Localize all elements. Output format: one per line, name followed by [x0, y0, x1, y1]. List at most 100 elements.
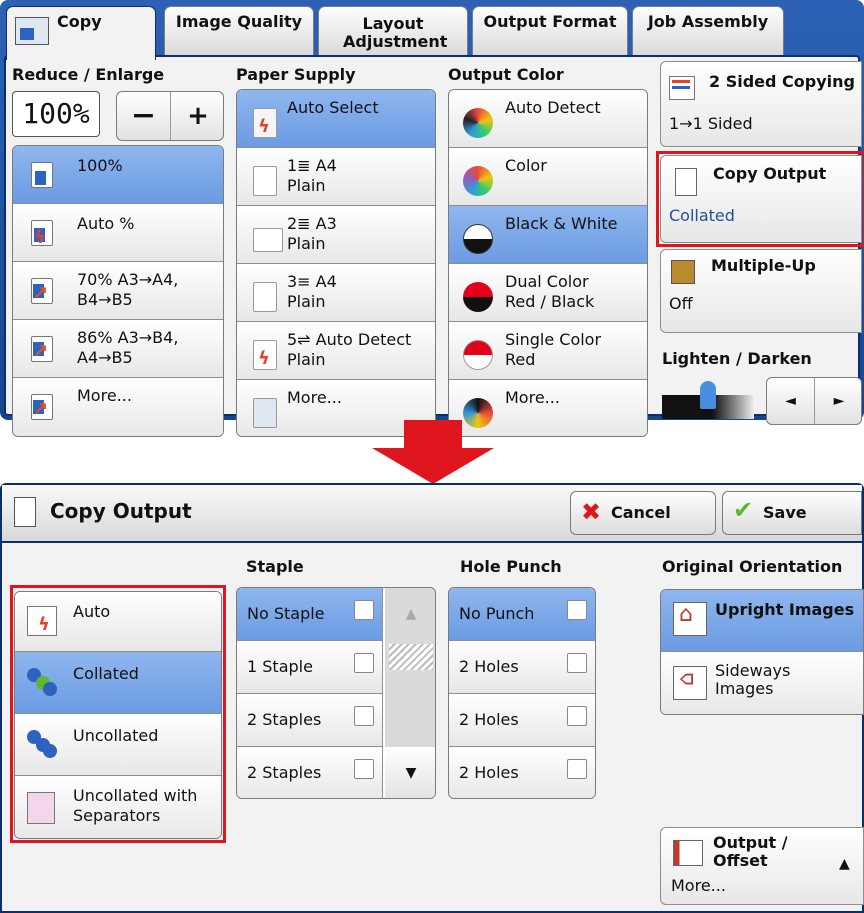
output-color-list: Auto Detect Color Black & White Dual Col…	[448, 89, 648, 437]
zoom-option-more[interactable]: More...	[13, 378, 223, 436]
hole-punch-label: Hole Punch	[460, 557, 562, 576]
multiple-up-title: Multiple-Up	[711, 256, 816, 275]
option-label: Black & White	[505, 214, 618, 233]
black-white-icon	[463, 224, 493, 254]
punch-option-none[interactable]: No Punch	[449, 588, 595, 641]
scroll-down-icon[interactable]: ▼	[385, 747, 435, 798]
color-option-color[interactable]: Color	[449, 148, 647, 206]
tab-copy[interactable]: Copy	[6, 6, 156, 60]
density-handle[interactable]	[700, 381, 716, 409]
output-offset-more: More...	[671, 876, 726, 895]
output-offset-button[interactable]: Output / Offset More... ▲	[660, 827, 864, 905]
auto-zoom-icon	[31, 220, 53, 246]
zoom-option-70[interactable]: 70% A3→A4, B4→B5	[13, 262, 223, 320]
single-color-icon	[463, 340, 493, 370]
tab-label: Job Assembly	[647, 12, 769, 31]
zoom-decrease-button[interactable]: −	[117, 92, 171, 140]
two-holes-top-icon	[567, 706, 587, 726]
no-staple-icon	[354, 600, 374, 620]
output-color-label: Output Color	[448, 65, 564, 84]
tab-job-assembly[interactable]: Job Assembly	[632, 6, 784, 57]
uncollated-icon	[27, 730, 57, 760]
darken-button[interactable]: ►	[815, 378, 861, 424]
tab-label: Copy	[57, 12, 102, 31]
two-sided-copying-button[interactable]: 2 Sided Copying 1→1 Sided	[660, 61, 862, 147]
collation-option-uncollated[interactable]: Uncollated	[15, 714, 221, 776]
staple-option-2-left[interactable]: 2 Staples	[237, 694, 383, 747]
tab-layout-adjustment[interactable]: Layout Adjustment	[318, 6, 468, 57]
paper-option-bypass[interactable]: ϟ 5⇌ Auto Detect Plain	[237, 322, 435, 380]
copy-output-dialog: Copy Output ✖ Cancel ✔ Save ϟ Auto Colla…	[0, 483, 864, 913]
option-label: 2≣ A3 Plain	[287, 214, 337, 253]
orientation-option-upright[interactable]: ⌂ Upright Images	[661, 590, 863, 652]
option-label: Auto Select	[287, 98, 379, 117]
expand-up-icon[interactable]: ▲	[839, 854, 850, 874]
reduce-enlarge-label: Reduce / Enlarge	[12, 65, 165, 84]
tab-image-quality[interactable]: Image Quality	[164, 6, 314, 57]
cancel-button[interactable]: ✖ Cancel	[570, 491, 716, 535]
punch-option-2-left[interactable]: 2 Holes	[449, 641, 595, 694]
scroll-up-icon[interactable]: ▲	[385, 588, 435, 641]
zoom-option-auto[interactable]: Auto %	[13, 204, 223, 262]
zoom-option-86[interactable]: 86% A3→B4, A4→B5	[13, 320, 223, 378]
orientation-option-sideways[interactable]: ⌂ Sideways Images	[661, 652, 863, 714]
color-option-dual[interactable]: Dual Color Red / Black	[449, 264, 647, 322]
zoom-stepper: − +	[116, 91, 224, 141]
staple-option-1[interactable]: 1 Staple	[237, 641, 383, 694]
density-stepper: ◄ ►	[766, 377, 862, 425]
orientation-option-list: ⌂ Upright Images ⌂ Sideways Images	[660, 589, 864, 715]
tab-output-format[interactable]: Output Format	[472, 6, 628, 57]
paper-landscape-icon	[253, 228, 283, 252]
option-label: Sideways Images	[715, 661, 791, 698]
separator-sheets-icon	[27, 792, 55, 824]
paper-portrait-icon	[253, 282, 277, 312]
color-option-single[interactable]: Single Color Red	[449, 322, 647, 380]
staple-scrollbar[interactable]: ▲ ▼	[385, 588, 435, 798]
option-label: No Punch	[459, 604, 535, 623]
transition-arrow-icon	[372, 420, 494, 484]
collation-option-collated[interactable]: Collated	[15, 652, 221, 714]
option-label: Uncollated with Separators	[73, 786, 198, 825]
copy-icon	[15, 17, 49, 45]
color-option-black-white[interactable]: Black & White	[449, 206, 647, 264]
multiple-up-button[interactable]: Multiple-Up Off	[660, 249, 862, 333]
tab-label: Image Quality	[175, 12, 303, 31]
density-slider[interactable]	[662, 381, 754, 421]
punch-option-2-right[interactable]: 2 Holes	[449, 747, 595, 798]
paper-bypass-icon: ϟ	[253, 340, 277, 370]
paper-option-tray-3[interactable]: 3≡ A4 Plain	[237, 264, 435, 322]
collation-option-auto[interactable]: ϟ Auto	[15, 592, 221, 652]
cancel-x-icon: ✖	[581, 498, 602, 526]
auto-collate-icon: ϟ	[27, 606, 57, 636]
copy-output-button[interactable]: Copy Output Collated	[660, 155, 862, 243]
two-staples-top-icon	[354, 759, 374, 779]
zoom-option-100[interactable]: 100%	[13, 146, 223, 204]
option-label: 86% A3→B4, A4→B5	[77, 328, 179, 367]
zoom-increase-button[interactable]: +	[171, 92, 223, 140]
paper-option-tray-1[interactable]: 1≣ A4 Plain	[237, 148, 435, 206]
copy-tab-content: Reduce / Enlarge Paper Supply Output Col…	[4, 55, 864, 437]
option-label: 100%	[77, 156, 123, 175]
collation-option-list: ϟ Auto Collated Uncollated Uncollated wi…	[14, 591, 222, 839]
scroll-thumb[interactable]	[389, 644, 433, 670]
paper-option-auto-select[interactable]: ϟ Auto Select	[237, 90, 435, 148]
color-option-auto-detect[interactable]: Auto Detect	[449, 90, 647, 148]
option-label: 2 Holes	[459, 657, 519, 676]
paper-option-tray-2[interactable]: 2≣ A3 Plain	[237, 206, 435, 264]
two-sided-title: 2 Sided Copying	[709, 72, 855, 91]
staple-label: Staple	[246, 557, 304, 576]
save-button[interactable]: ✔ Save	[722, 491, 862, 535]
two-holes-side-icon	[567, 653, 587, 673]
no-punch-icon	[567, 600, 587, 620]
lighten-button[interactable]: ◄	[767, 378, 815, 424]
upright-house-icon: ⌂	[673, 602, 707, 636]
more-zoom-icon	[31, 394, 53, 420]
save-check-icon: ✔	[733, 496, 754, 524]
option-label: 2 Staples	[247, 763, 322, 782]
staple-option-2-top[interactable]: 2 Staples	[237, 747, 383, 798]
collation-option-uncollated-separators[interactable]: Uncollated with Separators	[15, 776, 221, 838]
option-label: Auto %	[77, 214, 135, 233]
punch-option-2-top[interactable]: 2 Holes	[449, 694, 595, 747]
option-label: More...	[505, 388, 560, 407]
staple-option-none[interactable]: No Staple	[237, 588, 383, 641]
